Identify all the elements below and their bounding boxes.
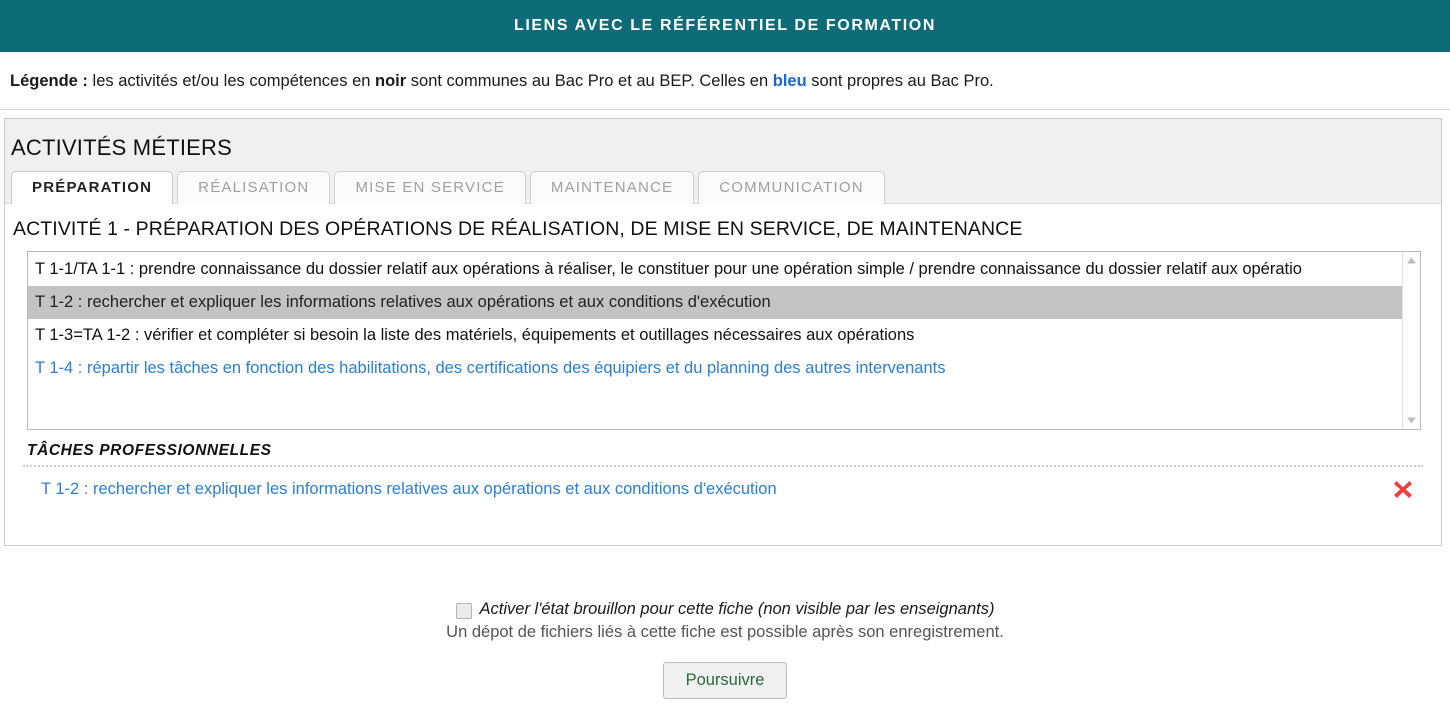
- chevron-down-icon[interactable]: [1403, 412, 1420, 429]
- draft-checkbox-label: Activer l'état brouillon pour cette fich…: [479, 600, 995, 618]
- continue-button[interactable]: Poursuivre: [662, 662, 788, 699]
- activities-panel: ACTIVITÉS MÉTIERS PRÉPARATION RÉALISATIO…: [4, 118, 1442, 546]
- chevron-up-icon[interactable]: [1403, 252, 1420, 269]
- legend-label: Légende :: [10, 72, 88, 90]
- table-row: T 1-2 : rechercher et expliquer les info…: [5, 467, 1441, 509]
- tab-realisation[interactable]: RÉALISATION: [177, 171, 331, 204]
- scrollbar-track[interactable]: [1403, 269, 1420, 412]
- draft-checkbox-row[interactable]: Activer l'état brouillon pour cette fich…: [0, 600, 1450, 619]
- page-section-title: ACTIVITÉS MÉTIERS: [11, 135, 232, 160]
- legend-bold-noir: noir: [375, 72, 407, 90]
- footer: Activer l'état brouillon pour cette fich…: [0, 600, 1450, 699]
- listbox-scrollbar[interactable]: [1402, 252, 1420, 429]
- legend: Légende : les activités et/ou les compét…: [0, 52, 1450, 110]
- delete-cross-icon[interactable]: [1391, 477, 1415, 501]
- legend-text-part1: les activités et/ou les compétences en: [87, 72, 376, 90]
- activity-heading: ACTIVITÉ 1 - PRÉPARATION DES OPÉRATIONS …: [13, 218, 1023, 240]
- list-item[interactable]: T 1-1/TA 1-1 : prendre connaissance du d…: [28, 253, 1402, 286]
- tache-label[interactable]: T 1-2 : rechercher et expliquer les info…: [41, 480, 777, 499]
- page-title: LIENS AVEC LE RÉFÉRENTIEL DE FORMATION: [513, 17, 936, 34]
- legend-bold-bleu: bleu: [772, 72, 807, 90]
- taches-section-title: TÂCHES PROFESSIONNELLES: [27, 442, 272, 459]
- tab-maintenance[interactable]: MAINTENANCE: [529, 171, 695, 204]
- tab-communication[interactable]: COMMUNICATION: [698, 171, 885, 204]
- legend-text-part3: sont propres au Bac Pro.: [806, 72, 994, 90]
- list-item[interactable]: T 1-4 : répartir les tâches en fonction …: [28, 352, 1402, 385]
- list-item[interactable]: T 1-2 : rechercher et expliquer les info…: [28, 286, 1402, 319]
- draft-checkbox[interactable]: [455, 602, 472, 619]
- page-title-bar: LIENS AVEC LE RÉFÉRENTIEL DE FORMATION: [0, 0, 1450, 52]
- section-header-band: ACTIVITÉS MÉTIERS PRÉPARATION RÉALISATIO…: [5, 119, 1441, 204]
- list-item[interactable]: T 1-3=TA 1-2 : vérifier et compléter si …: [28, 319, 1402, 352]
- tab-preparation[interactable]: PRÉPARATION: [11, 171, 174, 204]
- legend-text-part2: sont communes au Bac Pro et au BEP. Cell…: [406, 72, 773, 90]
- deposit-note: Un dépot de fichiers liés à cette fiche …: [446, 623, 1004, 641]
- tab-mise-en-service[interactable]: MISE EN SERVICE: [334, 171, 526, 204]
- continue-button-wrap: Poursuivre: [0, 662, 1450, 699]
- activities-list[interactable]: T 1-1/TA 1-1 : prendre connaissance du d…: [28, 252, 1402, 429]
- activities-listbox[interactable]: T 1-1/TA 1-1 : prendre connaissance du d…: [27, 251, 1421, 430]
- tab-bar: PRÉPARATION RÉALISATION MISE EN SERVICE …: [5, 171, 1441, 204]
